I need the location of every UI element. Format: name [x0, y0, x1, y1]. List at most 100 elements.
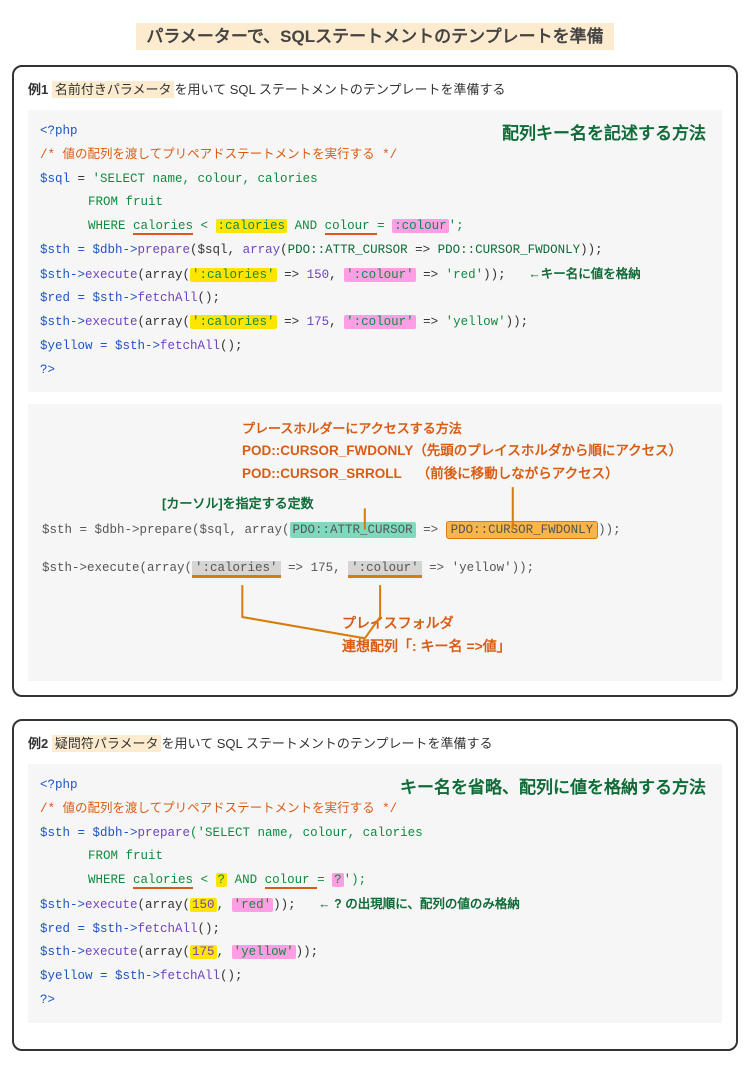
- e2-lt: <: [193, 873, 216, 887]
- e2-phpclose: ?>: [40, 993, 55, 1007]
- l-phpopen: <?php: [40, 124, 78, 138]
- l-exe: execute: [85, 268, 138, 282]
- l-phcal: :calories: [216, 219, 288, 233]
- ac2a2: =>: [422, 561, 452, 575]
- l-pclose: ));: [580, 243, 603, 257]
- e2-ex2p: $sth->: [40, 945, 85, 959]
- l-and: AND: [287, 219, 325, 233]
- ex1-label-prefix: 例1: [28, 82, 48, 97]
- e2-where: WHERE: [88, 873, 133, 887]
- example1-title: 例1 名前付きパラメータを用いて SQL ステートメントのテンプレートを準備する: [28, 79, 722, 98]
- ac1a: PDO::ATTR_CURSOR: [290, 522, 416, 538]
- l-ex2k2: ':colour': [344, 315, 416, 329]
- l-fa1: fetchAll: [138, 291, 198, 305]
- l-ex1k2: ':colour': [344, 268, 416, 282]
- l-ex1v2: 'red': [446, 268, 484, 282]
- l-ex1o: (array(: [138, 268, 191, 282]
- l-sqlend: ';: [449, 219, 464, 233]
- l-sth: $sth = $dbh->: [40, 243, 138, 257]
- anno-h2b-desc: （前後に移動しながらアクセス）: [417, 466, 619, 481]
- l-attrc: PDO::ATTR_CURSOR: [288, 243, 408, 257]
- l-lt: <: [193, 219, 216, 233]
- l-arr: array: [243, 243, 281, 257]
- e2-ex1p: $sth->: [40, 898, 85, 912]
- ac2k2: ':colour': [348, 561, 422, 578]
- anno-code1: $sth = $dbh->prepare($sql, array(PDO::AT…: [42, 519, 708, 543]
- l-ex1a1: =>: [277, 268, 307, 282]
- l-red: $red = $sth->: [40, 291, 138, 305]
- example1-box: 例1 名前付きパラメータを用いて SQL ステートメントのテンプレートを準備する…: [12, 65, 738, 697]
- anno-h1: プレースホルダーにアクセスする方法: [242, 418, 708, 440]
- e2-sth: $sth = $dbh->: [40, 826, 138, 840]
- l-sqlvar: $sql: [40, 172, 70, 186]
- example2-box: 例2 疑問符パラメータを用いて SQL ステートメントのテンプレートを準備する …: [12, 719, 738, 1051]
- e2-and: AND: [227, 873, 265, 887]
- anno-tail: プレイスフォルダ 連想配列「: キー名 =>値」: [42, 612, 708, 657]
- e2-ex1v1: 150: [190, 898, 217, 912]
- annotation-block: プレースホルダーにアクセスする方法 POD::CURSOR_FWDONLY（先頭…: [28, 404, 722, 681]
- l-col: colour: [325, 219, 378, 235]
- e2-ex1c: ));: [273, 898, 296, 912]
- l-ex2v2: 'yellow': [446, 315, 506, 329]
- e2-sep1: ,: [217, 898, 232, 912]
- l-pao: ($sql,: [190, 243, 243, 257]
- anno-headings: プレースホルダーにアクセスする方法 POD::CURSOR_FWDONLY（先頭…: [42, 418, 708, 486]
- anno-sub: [カーソル]を指定する定数: [42, 492, 708, 517]
- l-eq: =: [70, 172, 93, 186]
- l-from: FROM fruit: [88, 195, 163, 209]
- e2-phpopen: <?php: [40, 778, 78, 792]
- e2-red: $red = $sth->: [40, 922, 138, 936]
- e2-yel: $yellow = $sth->: [40, 969, 160, 983]
- anno-h2b: POD::CURSOR_SRROLL: [242, 466, 402, 481]
- l-ex1c: ));: [483, 268, 506, 282]
- l-select: 'SELECT name, colour, calories: [93, 172, 318, 186]
- l-aarrow: =>: [408, 243, 438, 257]
- ac2c: ));: [512, 561, 535, 575]
- e2-exe: execute: [85, 898, 138, 912]
- e2-fa2: fetchAll: [160, 969, 220, 983]
- e2-sep2: ,: [217, 945, 232, 959]
- ac1c: ));: [598, 523, 621, 537]
- ex2-highlight: 疑問符パラメータ: [52, 735, 162, 752]
- l-cc1: ();: [198, 291, 221, 305]
- ac1p: $sth = $dbh->prepare($sql, array(: [42, 523, 290, 537]
- anno-tail2: 連想配列「: キー名 =>値」: [342, 635, 708, 657]
- anno-code2: $sth->execute(array(':calories' => 175, …: [42, 557, 708, 581]
- ac2v2: 'yellow': [452, 561, 512, 575]
- l-where: WHERE: [88, 219, 133, 233]
- e2-exe2: execute: [85, 945, 138, 959]
- l-ex2c: ));: [506, 315, 529, 329]
- ac2a1: =>: [281, 561, 311, 575]
- ex2-label-prefix: 例2: [28, 736, 48, 751]
- l-ex2k1: ':calories': [190, 315, 277, 329]
- ex2-label-suffix: を用いて SQL ステートメントのテンプレートを準備する: [161, 736, 492, 751]
- l-ex2o: (array(: [138, 315, 191, 329]
- l-ex2a2: =>: [416, 315, 446, 329]
- l-cal: calories: [133, 219, 193, 235]
- l-fa2: fetchAll: [160, 339, 220, 353]
- ac1ar: =>: [416, 523, 446, 537]
- e2-ex1v2: 'red': [232, 898, 274, 912]
- e2-cal: calories: [133, 873, 193, 889]
- e2-note: ← ? の出現順に、配列の値のみ格納: [318, 897, 520, 911]
- l-ex2v1: 175: [307, 315, 330, 329]
- e2-cc1: ();: [198, 922, 221, 936]
- l-exe2: execute: [85, 315, 138, 329]
- l-cfwd: PDO::CURSOR_FWDONLY: [438, 243, 581, 257]
- ex2-method-note: キー名を省略、配列に値を格納する方法: [400, 772, 706, 804]
- ex1-label-suffix: を用いて SQL ステートメントのテンプレートを準備する: [174, 82, 505, 97]
- ac2p: $sth->execute(array(: [42, 561, 192, 575]
- e2-q2: ?: [332, 873, 344, 887]
- l-phpclose: ?>: [40, 363, 55, 377]
- anno-tail1: プレイスフォルダ: [342, 612, 708, 634]
- ac2s: ,: [333, 561, 348, 575]
- ex1-method-note: 配列キー名を記述する方法: [502, 118, 706, 150]
- e2-cs: ');: [344, 873, 367, 887]
- l-cc2: ();: [220, 339, 243, 353]
- l-ex1k1: ':calories': [190, 268, 277, 282]
- e2-col: colour: [265, 873, 318, 889]
- anno-h2a-desc: （先頭のプレイスホルダから順にアクセス）: [413, 443, 682, 458]
- l-yel: $yellow = $sth->: [40, 339, 160, 353]
- l-ex2p: $sth->: [40, 315, 85, 329]
- e2-eqs: =: [317, 873, 332, 887]
